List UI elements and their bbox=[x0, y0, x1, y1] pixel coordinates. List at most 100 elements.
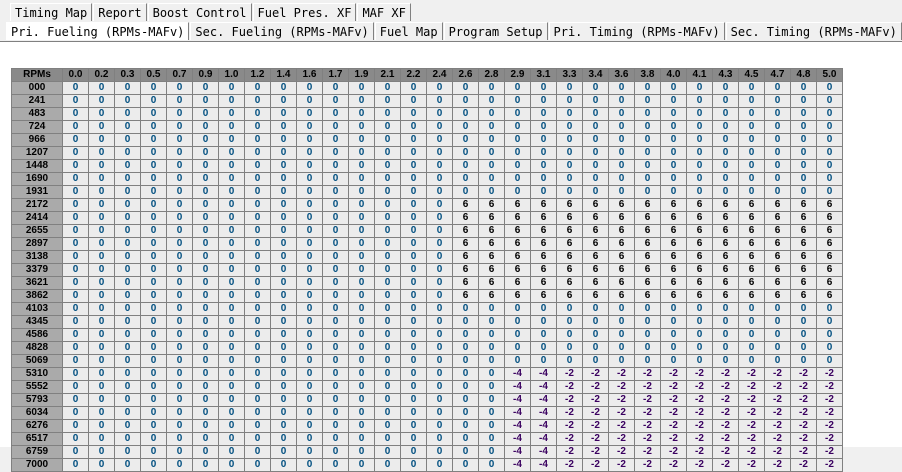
grid-cell[interactable]: 0 bbox=[608, 172, 635, 186]
grid-cell[interactable]: 0 bbox=[400, 406, 427, 420]
grid-cell[interactable]: -2 bbox=[686, 393, 713, 407]
grid-cell[interactable]: 0 bbox=[504, 94, 531, 108]
grid-cell[interactable]: 0 bbox=[296, 276, 323, 290]
grid-cell[interactable]: -2 bbox=[608, 445, 635, 459]
grid-cell[interactable]: 0 bbox=[608, 354, 635, 368]
grid-cell[interactable]: 0 bbox=[140, 107, 167, 121]
grid-cell[interactable]: 0 bbox=[634, 107, 661, 121]
grid-cell[interactable]: -2 bbox=[634, 432, 661, 446]
grid-cell[interactable]: 0 bbox=[140, 198, 167, 212]
grid-cell[interactable]: 0 bbox=[374, 445, 401, 459]
grid-cell[interactable]: 0 bbox=[374, 211, 401, 225]
grid-cell[interactable]: 6 bbox=[790, 198, 817, 212]
grid-cell[interactable]: 0 bbox=[738, 354, 765, 368]
grid-cell[interactable]: 0 bbox=[400, 432, 427, 446]
grid-cell[interactable]: 0 bbox=[790, 185, 817, 199]
grid-cell[interactable]: 0 bbox=[218, 406, 245, 420]
grid-cell[interactable]: 0 bbox=[764, 315, 791, 329]
grid-cell[interactable]: 6 bbox=[712, 211, 739, 225]
grid-cell[interactable]: 0 bbox=[712, 120, 739, 134]
grid-cell[interactable]: 0 bbox=[374, 237, 401, 251]
grid-cell[interactable]: 0 bbox=[296, 367, 323, 381]
grid-cell[interactable]: 0 bbox=[504, 302, 531, 316]
grid-cell[interactable]: 0 bbox=[400, 289, 427, 303]
grid-cell[interactable]: 0 bbox=[452, 81, 479, 95]
grid-cell[interactable]: 0 bbox=[218, 94, 245, 108]
grid-cell[interactable]: 0 bbox=[400, 328, 427, 342]
grid-cell[interactable]: 6 bbox=[790, 250, 817, 264]
grid-cell[interactable]: 0 bbox=[374, 94, 401, 108]
grid-cell[interactable]: 6 bbox=[634, 198, 661, 212]
grid-cell[interactable]: 0 bbox=[608, 94, 635, 108]
grid-cell[interactable]: 6 bbox=[712, 263, 739, 277]
grid-cell[interactable]: -2 bbox=[790, 393, 817, 407]
grid-cell[interactable]: 0 bbox=[374, 341, 401, 355]
grid-cell[interactable]: 6 bbox=[764, 289, 791, 303]
grid-cell[interactable]: 0 bbox=[270, 159, 297, 173]
grid-cell[interactable]: 0 bbox=[400, 94, 427, 108]
grid-cell[interactable]: 0 bbox=[140, 419, 167, 433]
grid-cell[interactable]: -2 bbox=[764, 406, 791, 420]
grid-cell[interactable]: 0 bbox=[114, 237, 141, 251]
grid-cell[interactable]: 0 bbox=[322, 458, 349, 472]
grid-cell[interactable]: 0 bbox=[712, 185, 739, 199]
grid-cell[interactable]: 0 bbox=[348, 263, 375, 277]
grid-cell[interactable]: 0 bbox=[296, 81, 323, 95]
grid-cell[interactable]: 0 bbox=[114, 341, 141, 355]
grid-cell[interactable]: 0 bbox=[218, 302, 245, 316]
grid-cell[interactable]: 0 bbox=[374, 263, 401, 277]
grid-cell[interactable]: 0 bbox=[348, 198, 375, 212]
grid-cell[interactable]: 0 bbox=[738, 146, 765, 160]
grid-cell[interactable]: 0 bbox=[426, 380, 453, 394]
grid-cell[interactable]: 0 bbox=[192, 198, 219, 212]
grid-cell[interactable]: 0 bbox=[140, 146, 167, 160]
grid-cell[interactable]: 0 bbox=[426, 120, 453, 134]
grid-cell[interactable]: 0 bbox=[192, 419, 219, 433]
grid-cell[interactable]: 0 bbox=[88, 107, 115, 121]
grid-cell[interactable]: 0 bbox=[140, 185, 167, 199]
grid-cell[interactable]: 0 bbox=[140, 94, 167, 108]
grid-cell[interactable]: 0 bbox=[88, 172, 115, 186]
grid-cell[interactable]: -2 bbox=[816, 380, 843, 394]
grid-cell[interactable]: 0 bbox=[322, 211, 349, 225]
grid-cell[interactable]: -4 bbox=[504, 419, 531, 433]
grid-cell[interactable]: 0 bbox=[114, 133, 141, 147]
grid-cell[interactable]: 0 bbox=[400, 198, 427, 212]
grid-cell[interactable]: 0 bbox=[88, 81, 115, 95]
grid-cell[interactable]: 0 bbox=[114, 315, 141, 329]
tab-fuel-pres-xf[interactable]: Fuel Pres. XF bbox=[252, 3, 357, 21]
grid-cell[interactable]: 6 bbox=[478, 276, 505, 290]
grid-cell[interactable]: 0 bbox=[348, 406, 375, 420]
grid-cell[interactable]: 0 bbox=[244, 328, 271, 342]
grid-cell[interactable]: 0 bbox=[322, 159, 349, 173]
grid-cell[interactable]: 6 bbox=[504, 289, 531, 303]
grid-cell[interactable]: 0 bbox=[374, 224, 401, 238]
grid-cell[interactable]: 6 bbox=[530, 237, 557, 251]
grid-cell[interactable]: 0 bbox=[374, 120, 401, 134]
grid-cell[interactable]: 0 bbox=[166, 133, 193, 147]
grid-cell[interactable]: 0 bbox=[816, 146, 843, 160]
grid-cell[interactable]: 0 bbox=[114, 120, 141, 134]
grid-cell[interactable]: -2 bbox=[738, 432, 765, 446]
grid-cell[interactable]: 0 bbox=[556, 354, 583, 368]
grid-cell[interactable]: 0 bbox=[218, 198, 245, 212]
grid-cell[interactable]: 0 bbox=[452, 354, 479, 368]
grid-cell[interactable]: 0 bbox=[270, 107, 297, 121]
grid-cell[interactable]: 0 bbox=[686, 185, 713, 199]
grid-cell[interactable]: 6 bbox=[478, 263, 505, 277]
grid-cell[interactable]: 0 bbox=[62, 94, 89, 108]
grid-cell[interactable]: 0 bbox=[114, 380, 141, 394]
grid-cell[interactable]: 0 bbox=[218, 445, 245, 459]
grid-cell[interactable]: 0 bbox=[62, 354, 89, 368]
grid-cell[interactable]: 0 bbox=[166, 406, 193, 420]
grid-cell[interactable]: 6 bbox=[634, 250, 661, 264]
grid-cell[interactable]: -2 bbox=[764, 458, 791, 472]
grid-cell[interactable]: 0 bbox=[218, 159, 245, 173]
grid-cell[interactable]: 0 bbox=[348, 237, 375, 251]
grid-cell[interactable]: 6 bbox=[686, 198, 713, 212]
grid-cell[interactable]: 0 bbox=[452, 120, 479, 134]
grid-cell[interactable]: 0 bbox=[322, 250, 349, 264]
grid-cell[interactable]: 0 bbox=[400, 250, 427, 264]
grid-cell[interactable]: 0 bbox=[374, 172, 401, 186]
grid-cell[interactable]: 0 bbox=[218, 211, 245, 225]
